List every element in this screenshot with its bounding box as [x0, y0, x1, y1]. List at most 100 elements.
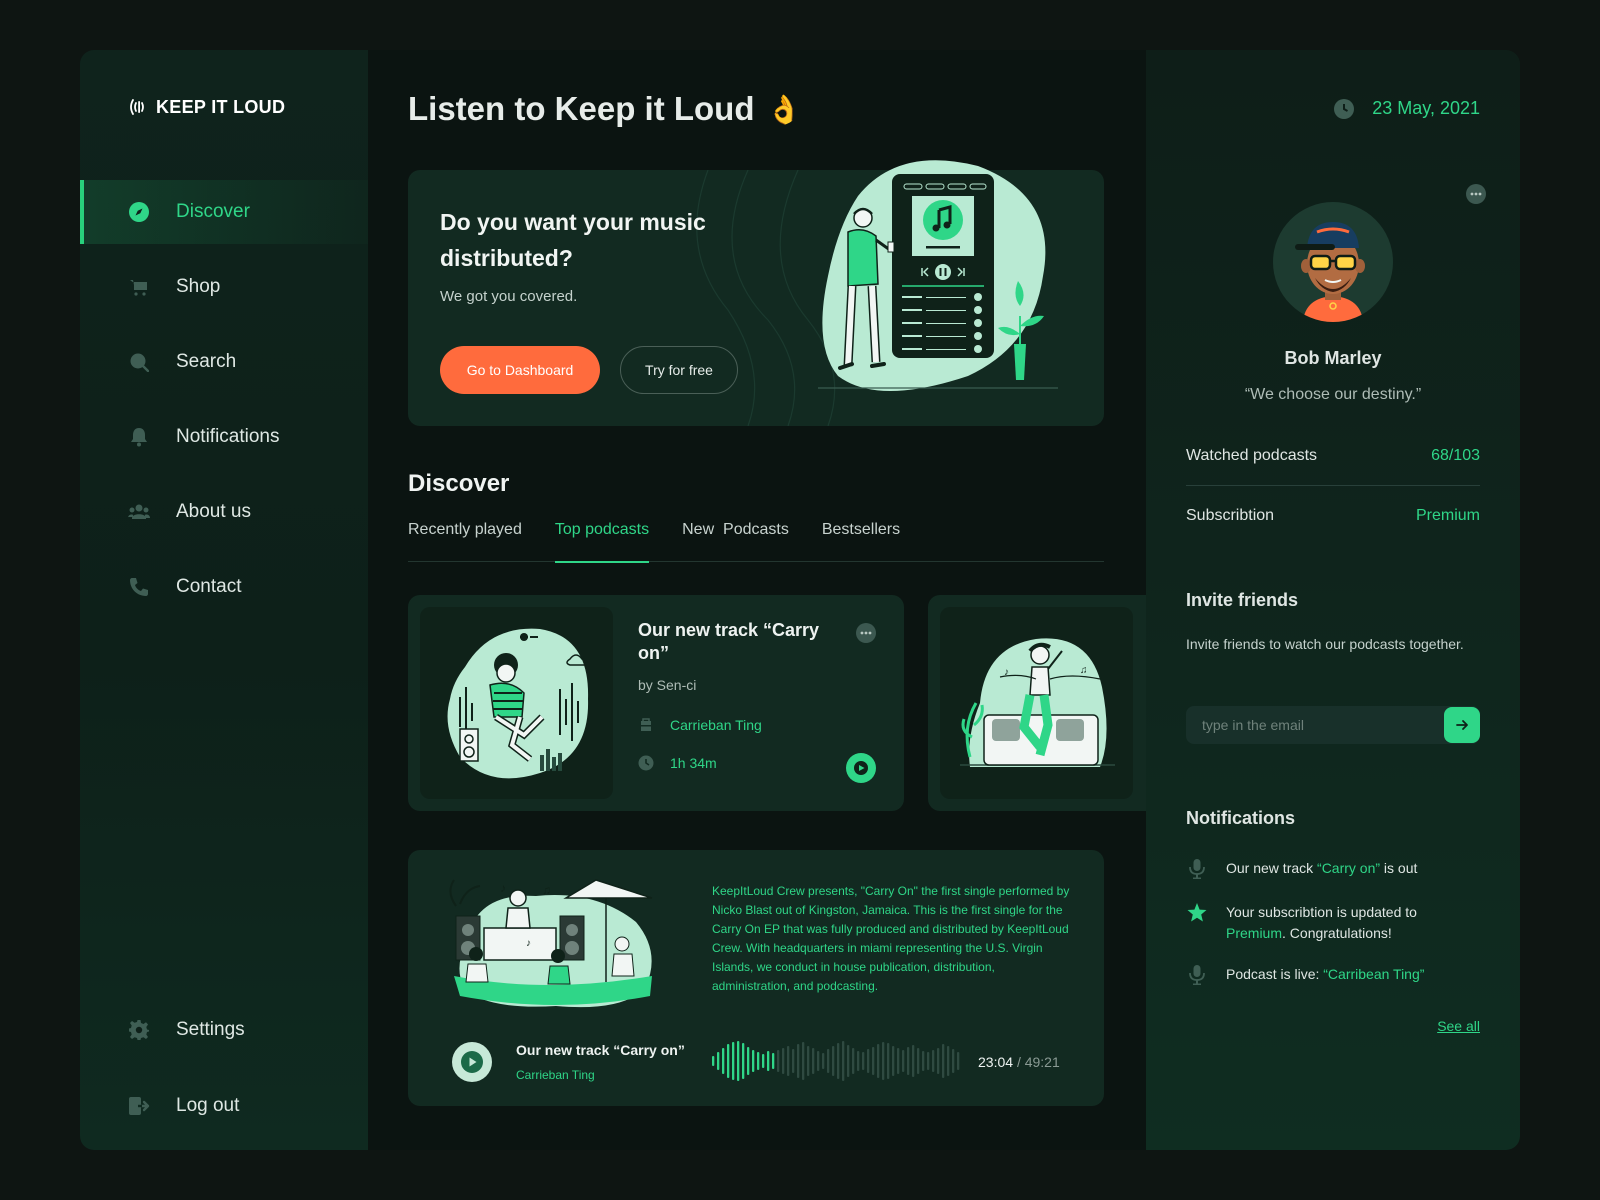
try-for-free-button[interactable]: Try for free: [620, 346, 738, 394]
podcast-host-row: Carrieban Ting: [638, 717, 762, 733]
waveform-bar: [902, 1050, 905, 1072]
waveform-bar: [752, 1050, 755, 1072]
tab-recently-played[interactable]: Recently played: [408, 516, 522, 562]
svg-text:♪: ♪: [500, 881, 506, 895]
tab-bestsellers[interactable]: Bestsellers: [822, 516, 900, 562]
waveform-bar: [912, 1045, 915, 1077]
waveform-bar: [792, 1049, 795, 1073]
discover-tabs: Recently played Top podcasts New Podcast…: [408, 516, 1104, 563]
tab-top-podcasts[interactable]: Top podcasts: [554, 516, 650, 563]
go-to-dashboard-button[interactable]: Go to Dashboard: [440, 346, 600, 394]
stat-label: Watched podcasts: [1186, 447, 1318, 464]
see-all-link[interactable]: See all: [1437, 1018, 1480, 1034]
play-icon: [461, 1051, 483, 1073]
send-invite-button[interactable]: [1444, 707, 1480, 743]
audio-waveform[interactable]: [712, 1040, 962, 1082]
waveform-bar: [837, 1043, 840, 1079]
play-icon: [854, 761, 868, 775]
track-player-panel: ♪ ♫ ♪ KeepItLoud Crew presents, "Carry On"…: [408, 850, 1104, 1106]
waveform-bar: [927, 1052, 930, 1070]
app-window: KEEP IT LOUD Discover Shop Search Notifi…: [80, 50, 1520, 1150]
sidebar-item-label: Search: [176, 351, 237, 372]
listening-girl-illustration: [447, 628, 589, 779]
banner-heading: Do you want your music distributed?: [440, 209, 706, 271]
podcast-duration: 1h 34m: [670, 755, 717, 771]
waveform-bar: [802, 1042, 805, 1080]
waveform-bar: [807, 1046, 810, 1076]
date-display: 23 May, 2021: [1334, 98, 1480, 119]
sidebar-item-logout[interactable]: Log out: [80, 1074, 368, 1138]
notification-text: Our new track “Carry on” is out: [1226, 860, 1418, 876]
podcast-title: Our new track “Carry on”: [638, 620, 820, 663]
more-options-icon[interactable]: [856, 623, 876, 643]
podcast-thumbnail: [420, 607, 613, 799]
waveform-bar: [857, 1051, 860, 1071]
waveform-bar: [797, 1044, 800, 1078]
waveform-bar: [727, 1044, 730, 1078]
svg-text:♫: ♫: [542, 883, 551, 897]
stat-value: Premium: [1415, 507, 1480, 524]
sidebar-item-settings[interactable]: Settings: [80, 998, 368, 1062]
invite-friends-title: Invite friends: [1186, 590, 1299, 610]
notification-item[interactable]: Your subscribtion is updated to Premium.…: [1186, 902, 1480, 944]
sidebar-item-notifications[interactable]: Notifications: [80, 405, 368, 469]
waveform-bar: [742, 1043, 745, 1079]
waveform-bar: [782, 1048, 785, 1074]
email-input[interactable]: [1186, 706, 1444, 744]
stat-label: Subscribtion: [1186, 507, 1275, 524]
waveform-bar: [822, 1053, 825, 1069]
podcast-host: Carrieban Ting: [670, 717, 762, 733]
waveform-bar: [922, 1051, 925, 1071]
sidebar-item-contact[interactable]: Contact: [80, 555, 368, 619]
tab-new-podcasts[interactable]: New Podcasts: [682, 516, 789, 562]
waveform-bar: [717, 1052, 720, 1070]
play-button[interactable]: [846, 753, 876, 783]
discover-title: Discover: [408, 470, 510, 497]
notification-text: Podcast is live: “Carribean Ting”: [1226, 966, 1425, 982]
sidebar-item-label: Settings: [176, 1019, 245, 1040]
waveform-bar: [737, 1041, 740, 1081]
sidebar-item-label: About us: [176, 501, 251, 522]
waveform-bar: [787, 1046, 790, 1076]
waveform-bar: [852, 1048, 855, 1074]
users-icon: [128, 501, 150, 523]
track-description: KeepItLoud Crew presents, "Carry On" the…: [712, 884, 1070, 993]
banner-subtitle: We got you covered.: [440, 288, 578, 305]
bell-icon: [128, 426, 150, 448]
notification-text: Your subscribtion is updated to Premium.…: [1226, 904, 1417, 941]
player-play-button[interactable]: [452, 1042, 492, 1082]
user-quote: “We choose our destiny.”: [1244, 386, 1422, 403]
notification-item[interactable]: Podcast is live: “Carribean Ting”: [1186, 964, 1480, 985]
sidebar-bottom-nav: Settings Log out: [80, 998, 368, 1150]
phone-icon: [128, 576, 150, 598]
waveform-bar: [762, 1054, 765, 1068]
sidebar-item-about-us[interactable]: About us: [80, 480, 368, 544]
notification-item[interactable]: Our new track “Carry on” is out: [1186, 858, 1480, 879]
waveform-bar: [932, 1050, 935, 1072]
brand-name: KEEP IT LOUD: [156, 96, 286, 117]
profile-more-options-icon[interactable]: [1466, 184, 1486, 204]
sidebar-item-discover[interactable]: Discover: [80, 180, 368, 244]
total-time: / 49:21: [1016, 1054, 1060, 1070]
sidebar-item-label: Notifications: [176, 426, 280, 447]
promo-banner: Do you want your music distributed? We g…: [408, 160, 1104, 426]
sidebar-item-shop[interactable]: Shop: [80, 255, 368, 319]
waveform-bar: [867, 1049, 870, 1073]
podcast-card-partial[interactable]: ♪ ♫: [928, 595, 1148, 811]
waveform-bar: [712, 1056, 715, 1066]
subscription-row: Subscribtion Premium: [1186, 486, 1480, 546]
mic-case-icon: [641, 718, 651, 731]
svg-text:♪: ♪: [1004, 667, 1009, 678]
avatar[interactable]: [1273, 202, 1393, 322]
sidebar-nav: Discover Shop Search Notifications About…: [80, 180, 368, 630]
svg-text:♪: ♪: [526, 938, 531, 949]
podcast-card[interactable]: Our new track “Carry on” by Sen-ci Carri…: [408, 595, 904, 811]
waveform-bar: [772, 1053, 775, 1069]
logo[interactable]: KEEP IT LOUD: [128, 96, 285, 118]
sidebar-item-search[interactable]: Search: [80, 330, 368, 394]
logout-icon: [128, 1095, 150, 1117]
gear-icon: [128, 1019, 150, 1041]
waveform-bar: [877, 1044, 880, 1078]
ok-hand-emoji: 👌: [766, 93, 802, 125]
waveform-bar: [882, 1042, 885, 1080]
